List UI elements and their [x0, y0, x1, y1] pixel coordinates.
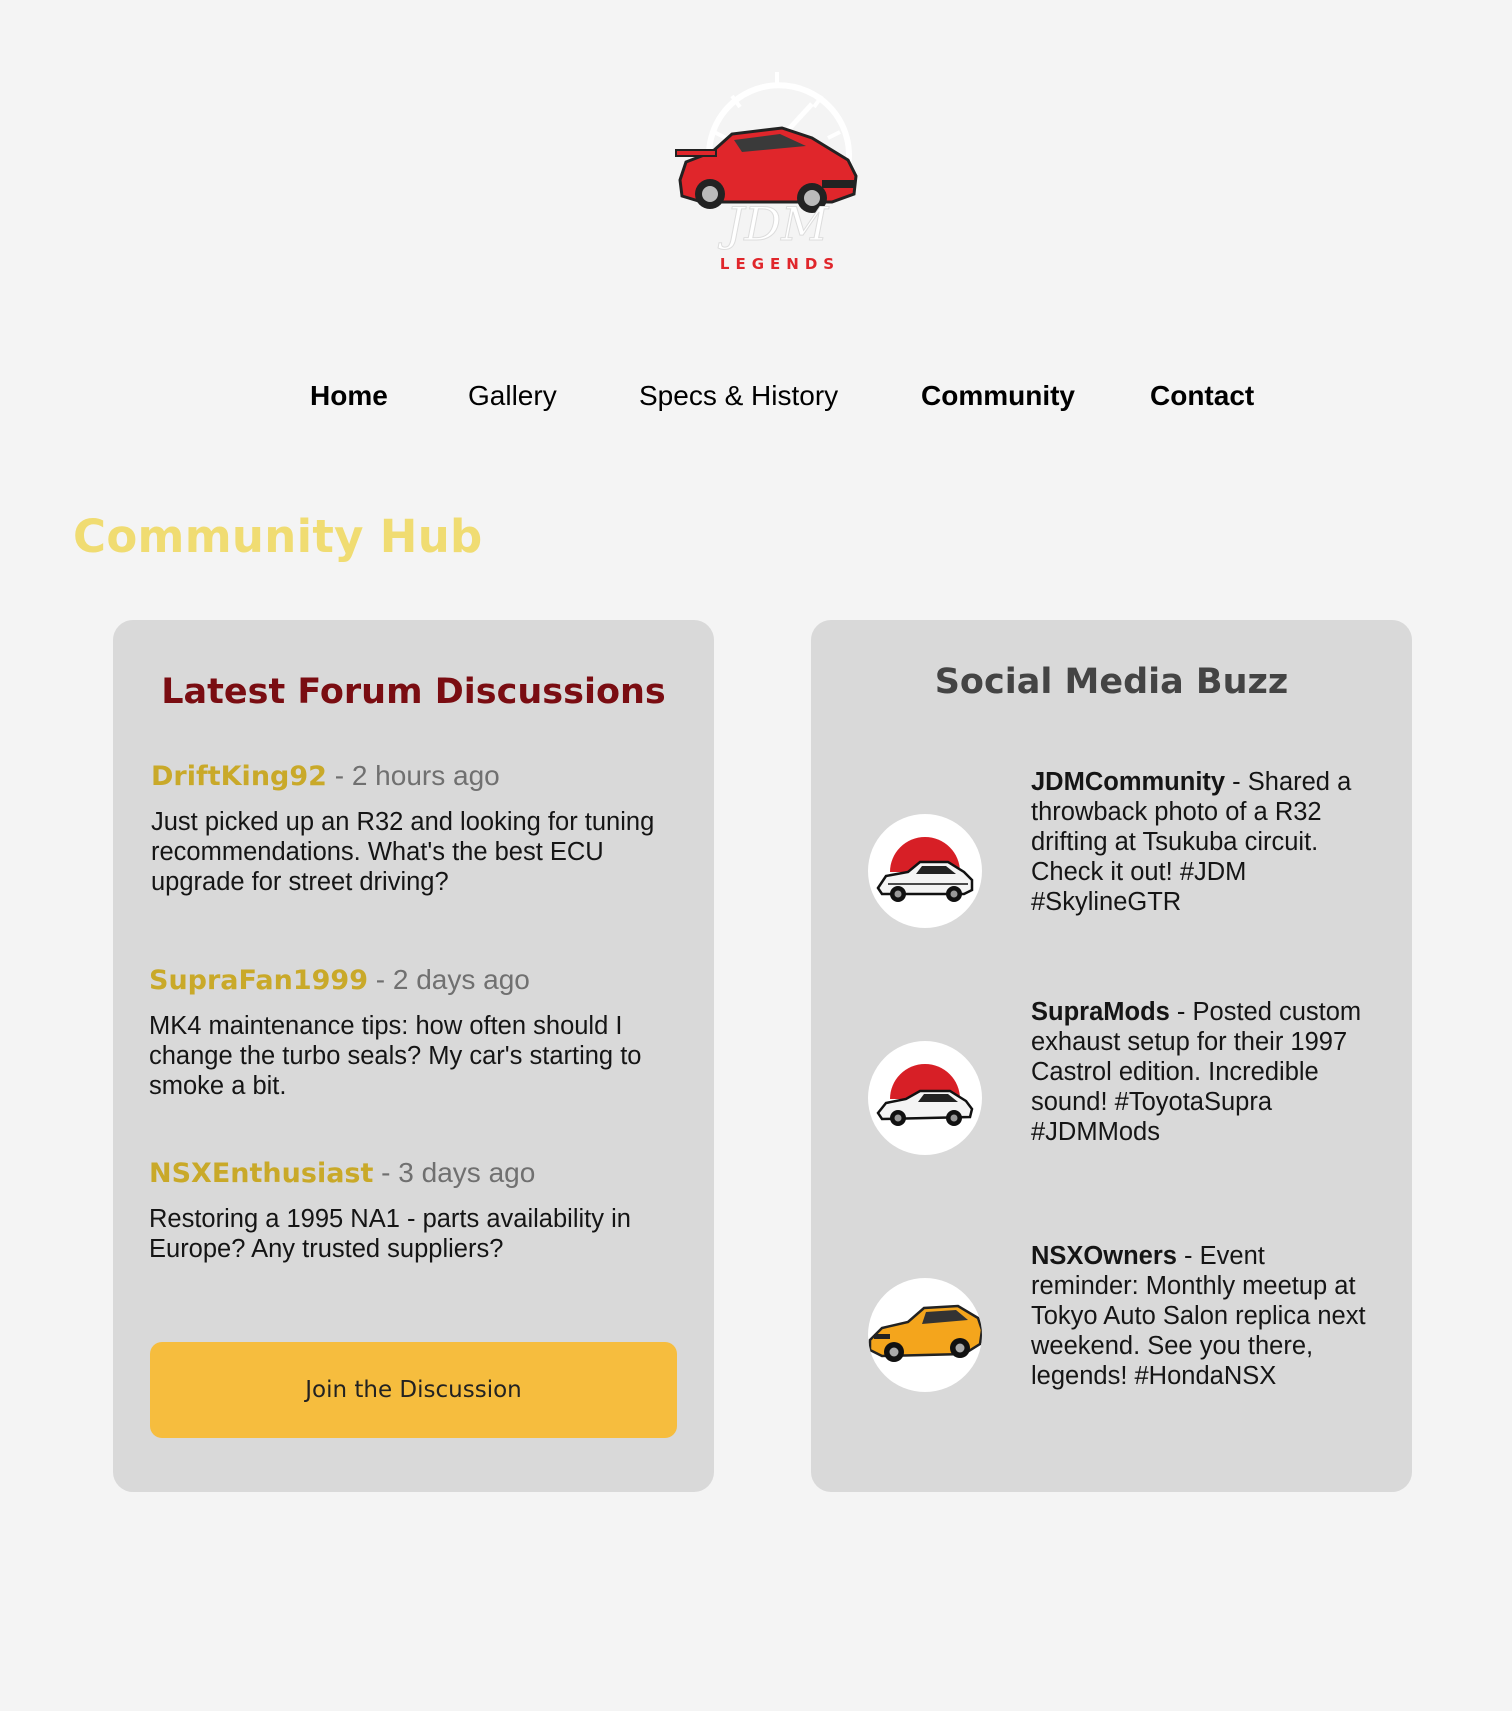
social-card: Social Media Buzz JDMCommunity - Shared … — [811, 620, 1412, 1492]
post-username[interactable]: SupraFan1999 — [149, 965, 368, 996]
r32-car-icon — [868, 814, 982, 928]
post-timestamp: 3 days ago — [398, 1157, 536, 1188]
post-header: DriftKing92 - 2 hours ago — [151, 760, 681, 793]
car-logo-icon: JDM LEGENDS — [675, 72, 858, 273]
post-separator: - — [373, 1157, 399, 1188]
svg-text:JDM: JDM — [718, 197, 830, 251]
join-discussion-button[interactable]: Join the Discussion — [150, 1342, 677, 1438]
forum-post[interactable]: SupraFan1999 - 2 days ago MK4 maintenanc… — [149, 964, 679, 1101]
nav-item-contact[interactable]: Contact — [1150, 380, 1254, 412]
social-post[interactable]: JDMCommunity - Shared a throwback photo … — [868, 767, 1371, 928]
post-separator: - — [367, 964, 393, 995]
social-post-text: SupraMods - Posted custom exhaust setup … — [1031, 997, 1371, 1147]
nav-item-community[interactable]: Community — [921, 380, 1075, 412]
social-handle[interactable]: JDMCommunity — [1031, 768, 1225, 796]
post-body: MK4 maintenance tips: how often should I… — [149, 1012, 642, 1100]
post-body: Restoring a 1995 NA1 - parts availabilit… — [149, 1205, 631, 1263]
post-header: NSXEnthusiast - 3 days ago — [149, 1157, 679, 1190]
post-username[interactable]: DriftKing92 — [151, 761, 327, 792]
post-timestamp: 2 days ago — [392, 964, 530, 995]
post-username[interactable]: NSXEnthusiast — [149, 1158, 373, 1189]
social-post-text: NSXOwners - Event reminder: Monthly meet… — [1031, 1241, 1371, 1391]
post-header: SupraFan1999 - 2 days ago — [149, 964, 679, 997]
site-logo[interactable]: JDM LEGENDS — [672, 62, 882, 282]
post-separator: - — [326, 760, 352, 791]
nav-item-home[interactable]: Home — [310, 380, 388, 412]
nav-item-specs-history[interactable]: Specs & History — [639, 380, 838, 412]
forum-card: Latest Forum Discussions DriftKing92 - 2… — [113, 620, 714, 1492]
post-body: Just picked up an R32 and looking for tu… — [151, 808, 655, 896]
forum-card-title: Latest Forum Discussions — [161, 672, 666, 712]
post-timestamp: 2 hours ago — [351, 760, 500, 791]
social-post-text: JDMCommunity - Shared a throwback photo … — [1031, 767, 1371, 917]
social-post[interactable]: NSXOwners - Event reminder: Monthly meet… — [868, 1241, 1368, 1421]
social-post[interactable]: SupraMods - Posted custom exhaust setup … — [868, 997, 1371, 1155]
forum-post[interactable]: DriftKing92 - 2 hours ago Just picked up… — [151, 760, 681, 897]
nav-item-gallery[interactable]: Gallery — [468, 380, 557, 412]
social-handle[interactable]: SupraMods — [1031, 998, 1170, 1026]
social-handle[interactable]: NSXOwners — [1031, 1242, 1177, 1270]
page-title: Community Hub — [73, 510, 483, 563]
supra-car-icon — [868, 1041, 982, 1155]
social-card-title: Social Media Buzz — [934, 662, 1289, 702]
main-nav: Home Gallery Specs & History Community C… — [0, 380, 1512, 424]
nsx-car-icon — [868, 1278, 982, 1392]
forum-post[interactable]: NSXEnthusiast - 3 days ago Restoring a 1… — [149, 1157, 679, 1264]
svg-text:LEGENDS: LEGENDS — [720, 255, 840, 273]
